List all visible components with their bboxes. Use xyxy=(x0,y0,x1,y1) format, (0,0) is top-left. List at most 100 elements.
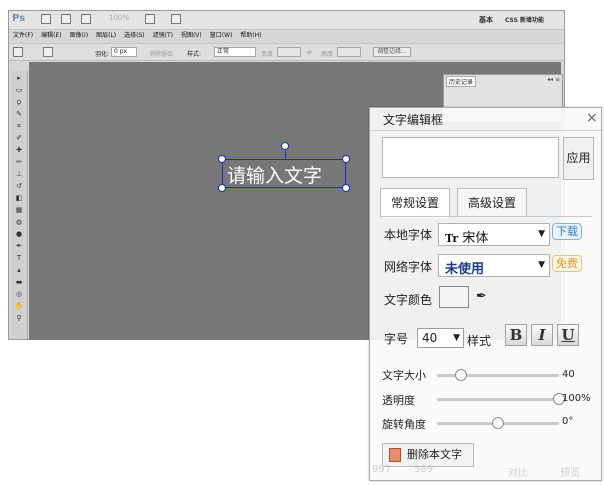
style-label: 样式 xyxy=(467,334,492,348)
menu-image[interactable]: 图像(I) xyxy=(70,30,88,42)
menu-window[interactable]: 窗口(W) xyxy=(210,30,233,42)
quick-select-tool-icon[interactable]: ✎ xyxy=(14,109,24,119)
marquee-preset-icon[interactable] xyxy=(13,47,23,57)
compare-link[interactable]: 对比 xyxy=(508,464,528,479)
menu-select[interactable]: 选择(S) xyxy=(124,30,145,42)
free-tag[interactable]: 免费 xyxy=(552,255,582,272)
tab-general[interactable]: 常规设置 xyxy=(380,188,450,218)
rotation-slider-knob[interactable] xyxy=(492,417,504,429)
resize-handle-tr[interactable] xyxy=(342,155,350,163)
trash-icon xyxy=(389,448,401,462)
close-icon[interactable]: × xyxy=(586,110,598,126)
download-tag[interactable]: 下载 xyxy=(552,223,582,240)
color-label: 文字颜色 xyxy=(384,293,433,307)
crop-tool-icon[interactable]: ⌗ xyxy=(14,121,24,131)
move-tool-icon[interactable]: ▸ xyxy=(14,73,24,83)
preview-link[interactable]: 预览 xyxy=(560,464,580,479)
eyedropper-tool-icon[interactable]: ✐ xyxy=(14,133,24,143)
bold-button[interactable]: B xyxy=(505,324,527,346)
eraser-tool-icon[interactable]: ◧ xyxy=(14,193,24,203)
web-font-label: 网络字体 xyxy=(384,260,433,274)
menu-edit[interactable]: 编辑(E) xyxy=(41,30,61,42)
menu-filter[interactable]: 滤镜(T) xyxy=(153,30,173,42)
history-tab[interactable]: 历史记录 xyxy=(446,76,477,87)
resize-handle-bl[interactable] xyxy=(218,184,226,192)
style-select[interactable]: 正常 xyxy=(214,47,256,57)
stamp-tool-icon[interactable]: ⊥ xyxy=(14,169,24,179)
height-input[interactable] xyxy=(337,47,361,57)
color-swatch[interactable] xyxy=(439,286,469,308)
text-preview-area[interactable] xyxy=(382,137,559,178)
canvas-text: 请输入文字 xyxy=(227,165,323,187)
web-font-value: 未使用 xyxy=(445,262,485,277)
menu-layer[interactable]: 图层(L) xyxy=(96,30,116,42)
dodge-tool-icon[interactable]: ● xyxy=(14,229,24,239)
antialias-checkbox[interactable]: 消除锯齿 xyxy=(149,49,173,58)
chevron-down-icon: ▼ xyxy=(453,333,460,343)
size-select[interactable]: 40 ▼ xyxy=(417,328,464,348)
menu-file[interactable]: 文件(F) xyxy=(13,30,33,42)
rotate-handle[interactable] xyxy=(281,142,289,150)
tab-divider xyxy=(380,216,592,217)
height-label: 高度 xyxy=(321,51,334,58)
swap-icon[interactable]: ⇄ xyxy=(307,49,312,56)
truetype-icon: Tr xyxy=(445,232,459,245)
panel-menu-icon[interactable]: ◂◂ ≡ xyxy=(547,76,560,83)
width-label: 宽度 xyxy=(261,51,274,58)
selection-mode-icon[interactable] xyxy=(43,47,53,57)
resize-handle-br[interactable] xyxy=(342,184,350,192)
gradient-tool-icon[interactable]: ▦ xyxy=(14,205,24,215)
delete-text-label: 删除本文字 xyxy=(407,448,462,461)
underline-button[interactable]: U xyxy=(557,324,579,346)
apply-button[interactable]: 应用 xyxy=(563,137,594,180)
screen-mode-icon[interactable] xyxy=(171,14,181,24)
zoom-tool-icon[interactable]: ⚲ xyxy=(14,313,24,323)
dialog-titlebar[interactable]: 文字编辑框 × xyxy=(370,108,601,131)
tools-panel: ▸ ▭ ϙ ✎ ⌗ ✐ ✚ ✏ ⊥ ↺ ◧ ▦ ◍ ● ✒ T ▴ ▬ ◎ ✋ … xyxy=(11,71,28,339)
mini-bridge-icon[interactable] xyxy=(61,14,71,24)
zoom-level[interactable]: 100% xyxy=(109,14,129,22)
shape-tool-icon[interactable]: ▬ xyxy=(14,277,24,287)
healing-tool-icon[interactable]: ✚ xyxy=(14,145,24,155)
eyedropper-icon[interactable]: ✒ xyxy=(476,289,487,304)
opacity-slider-value: 100% xyxy=(562,393,591,404)
history-brush-icon[interactable]: ↺ xyxy=(14,181,24,191)
italic-button[interactable]: I xyxy=(531,324,553,346)
chevron-down-icon: ▼ xyxy=(538,260,545,270)
opacity-slider-label: 透明度 xyxy=(382,394,415,407)
font-size-slider-knob[interactable] xyxy=(455,369,468,381)
lasso-tool-icon[interactable]: ϙ xyxy=(14,97,24,107)
workspace-css[interactable]: CSS 新增功能 xyxy=(505,15,544,24)
footer-coord-x: 997 xyxy=(372,464,392,475)
font-size-slider-label: 文字大小 xyxy=(382,369,426,382)
feather-input[interactable]: 0 px xyxy=(111,47,137,57)
blur-tool-icon[interactable]: ◍ xyxy=(14,217,24,227)
marquee-tool-icon[interactable]: ▭ xyxy=(14,85,24,95)
resize-handle-tl[interactable] xyxy=(218,155,226,163)
web-font-select[interactable]: 未使用 ▼ xyxy=(438,254,550,277)
local-font-select[interactable]: Tr 宋体 ▼ xyxy=(438,223,550,246)
menu-help[interactable]: 帮助(H) xyxy=(240,30,261,42)
pen-tool-icon[interactable]: ✒ xyxy=(14,241,24,251)
opacity-slider[interactable] xyxy=(437,398,559,401)
bridge-icon[interactable] xyxy=(41,14,51,24)
rotate-stem xyxy=(285,151,286,159)
brush-tool-icon[interactable]: ✏ xyxy=(14,157,24,167)
refine-edge-button[interactable]: 调整边缘... xyxy=(373,47,411,57)
workspace-basic[interactable]: 基本 xyxy=(479,15,493,25)
app-bar: Ps 100% 基本 CSS 新增功能 xyxy=(9,11,564,30)
menu-view[interactable]: 视图(V) xyxy=(181,30,202,42)
width-input[interactable] xyxy=(277,47,301,57)
hand-tool-icon[interactable]: ✋ xyxy=(14,301,24,311)
view-extras-icon[interactable] xyxy=(81,14,91,24)
rotation-slider-value: 0° xyxy=(562,416,574,427)
type-tool-icon[interactable]: T xyxy=(14,253,24,263)
tab-advanced[interactable]: 高级设置 xyxy=(457,188,527,216)
rotation-slider-label: 旋转角度 xyxy=(382,418,426,431)
size-value: 40 xyxy=(422,331,438,345)
arrange-docs-icon[interactable] xyxy=(145,14,155,24)
3d-tool-icon[interactable]: ◎ xyxy=(14,289,24,299)
path-select-icon[interactable]: ▴ xyxy=(14,265,24,275)
chevron-down-icon: ▼ xyxy=(538,229,545,239)
canvas-text-box[interactable]: 请输入文字 xyxy=(222,159,346,188)
